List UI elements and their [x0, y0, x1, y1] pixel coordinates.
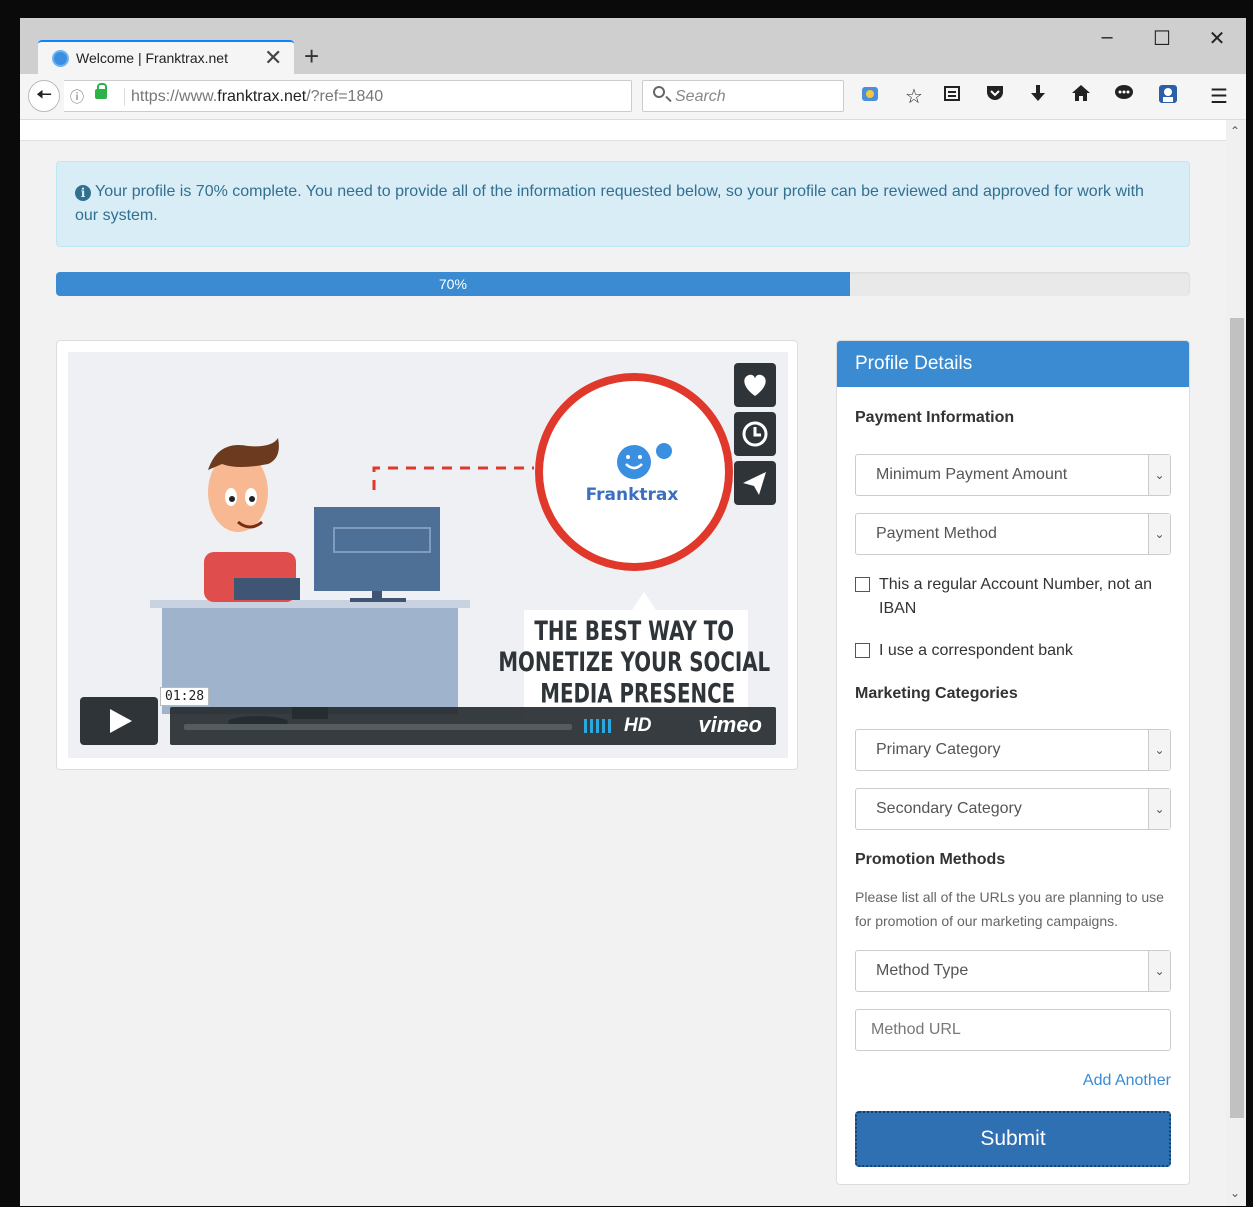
url-bar[interactable]: ⓘ https://www.franktrax.net/?ref=1840 ↻	[64, 80, 668, 112]
secondary-category-select[interactable]: Secondary Category ⌄	[855, 788, 1171, 830]
lock-icon[interactable]	[95, 83, 107, 99]
browser-window: Welcome | Franktrax.net ✕ + – ☐ ✕ 🠄 ⓘ ht…	[20, 18, 1246, 1206]
regular-account-label: This a regular Account Number, not an IB…	[879, 576, 1153, 617]
browser-tab[interactable]: Welcome | Franktrax.net ✕	[38, 40, 294, 74]
minimum-payment-select[interactable]: Minimum Payment Amount ⌄	[855, 454, 1171, 496]
video-player[interactable]: Franktrax THE BEST WAY TO MONETIZE YOUR …	[68, 352, 788, 758]
method-url-input[interactable]	[855, 1009, 1171, 1051]
chevron-down-icon: ⌄	[1148, 730, 1170, 770]
extension-icon[interactable]	[856, 84, 884, 110]
correspondent-bank-checkbox-row[interactable]: I use a correspondent bank	[855, 639, 1171, 663]
back-arrow-icon[interactable]: 🠄	[28, 80, 60, 112]
scroll-down-icon[interactable]: ⌄	[1230, 1186, 1240, 1200]
alert-text: Your profile is 70% complete. You need t…	[75, 183, 1144, 224]
payment-method-label: Payment Method	[876, 525, 997, 542]
tab-strip: Welcome | Franktrax.net ✕ + – ☐ ✕	[20, 18, 1246, 74]
play-button[interactable]	[80, 697, 158, 745]
payment-method-select[interactable]: Payment Method ⌄	[855, 513, 1171, 555]
secondary-category-label: Secondary Category	[876, 800, 1022, 817]
new-tab-button[interactable]: +	[304, 42, 319, 70]
hamburger-menu-icon[interactable]: ☰	[1205, 84, 1233, 109]
profile-progress-bar: 70%	[56, 272, 1190, 296]
search-placeholder: Search	[675, 88, 726, 105]
info-circle-icon: i	[75, 185, 91, 201]
reading-list-icon[interactable]	[938, 84, 966, 108]
hd-toggle[interactable]: HD	[624, 715, 651, 737]
volume-icon[interactable]	[584, 719, 612, 733]
scroll-thumb[interactable]	[1230, 318, 1244, 1118]
promotion-methods-title: Promotion Methods	[855, 851, 1006, 868]
chevron-down-icon: ⌄	[1148, 514, 1170, 554]
video-seek-bar[interactable]	[184, 724, 572, 730]
payment-information-title: Payment Information	[855, 409, 1015, 426]
progress-fill: 70%	[56, 272, 850, 296]
profile-completion-alert: i Your profile is 70% complete. You need …	[56, 161, 1190, 247]
pocket-icon[interactable]	[981, 84, 1009, 108]
vimeo-logo[interactable]: vimeo	[698, 712, 762, 738]
share-send-icon[interactable]	[734, 461, 776, 505]
chevron-down-icon: ⌄	[1148, 951, 1170, 991]
like-heart-icon[interactable]	[734, 363, 776, 407]
video-brand-logo: Franktrax	[586, 485, 679, 505]
info-icon[interactable]: ⓘ	[70, 87, 84, 107]
marketing-categories-title: Marketing Categories	[855, 685, 1018, 702]
profile-extension-icon[interactable]	[1154, 84, 1182, 110]
url-text: https://www.franktrax.net/?ref=1840	[124, 88, 383, 106]
regular-account-checkbox[interactable]	[855, 577, 870, 592]
tab-title: Welcome | Franktrax.net	[76, 50, 228, 66]
panel-heading: Profile Details	[837, 341, 1189, 387]
search-icon	[653, 86, 665, 98]
search-input[interactable]: Search	[642, 80, 844, 112]
home-icon[interactable]	[1067, 84, 1095, 108]
bookmark-star-icon[interactable]: ☆	[900, 84, 928, 109]
chevron-down-icon: ⌄	[1148, 789, 1170, 829]
watch-later-clock-icon[interactable]	[734, 412, 776, 456]
minimum-payment-label: Minimum Payment Amount	[876, 466, 1068, 483]
promotion-help-text: Please list all of the URLs you are plan…	[855, 889, 1164, 929]
chat-icon[interactable]	[1110, 84, 1138, 108]
add-another-link[interactable]: Add Another	[1083, 1072, 1171, 1090]
video-control-bar: HD vimeo	[170, 707, 776, 745]
profile-details-panel: Profile Details Payment Information Mini…	[836, 340, 1190, 1185]
correspondent-bank-label: I use a correspondent bank	[879, 642, 1073, 659]
video-controls: HD vimeo 01:28	[80, 687, 776, 745]
video-timecode: 01:28	[160, 687, 210, 706]
regular-account-checkbox-row[interactable]: This a regular Account Number, not an IB…	[855, 573, 1171, 621]
close-window-button[interactable]: ✕	[1202, 26, 1232, 51]
tab-close-icon[interactable]: ✕	[264, 45, 282, 71]
primary-category-label: Primary Category	[876, 741, 1001, 758]
download-icon[interactable]	[1024, 84, 1052, 108]
chevron-down-icon: ⌄	[1148, 455, 1170, 495]
minimize-button[interactable]: –	[1092, 26, 1122, 49]
submit-button[interactable]: Submit	[855, 1111, 1171, 1167]
page-scrollbar[interactable]: ⌃ ⌄	[1226, 120, 1246, 1206]
navigation-bar: 🠄 ⓘ https://www.franktrax.net/?ref=1840 …	[20, 74, 1246, 120]
maximize-button[interactable]: ☐	[1147, 26, 1177, 51]
video-panel: Franktrax THE BEST WAY TO MONETIZE YOUR …	[56, 340, 798, 770]
method-type-select[interactable]: Method Type ⌄	[855, 950, 1171, 992]
method-type-label: Method Type	[876, 962, 969, 979]
franktrax-favicon-icon	[52, 50, 69, 67]
primary-category-select[interactable]: Primary Category ⌄	[855, 729, 1171, 771]
scroll-up-icon[interactable]: ⌃	[1230, 124, 1240, 138]
correspondent-bank-checkbox[interactable]	[855, 643, 870, 658]
page-content: i Your profile is 70% complete. You need …	[20, 120, 1226, 1206]
